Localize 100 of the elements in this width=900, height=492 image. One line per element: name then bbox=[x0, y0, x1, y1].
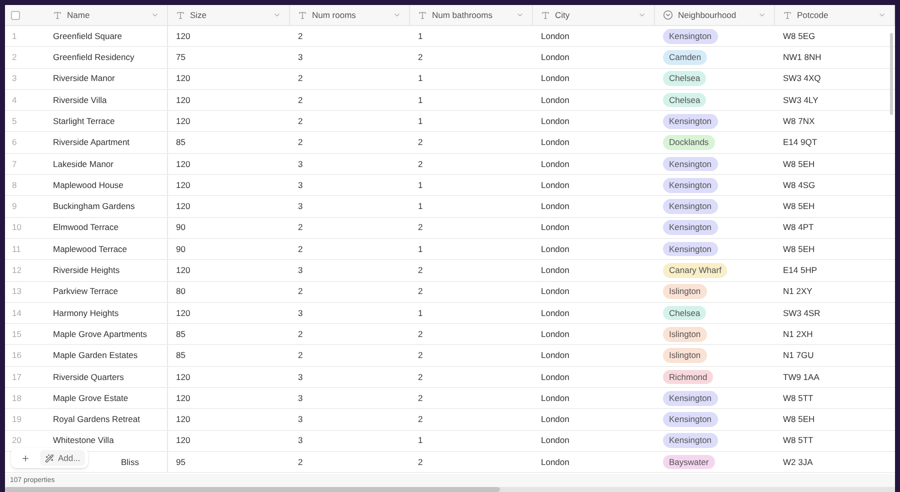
table-cell: 2 bbox=[418, 413, 423, 426]
table-cell: 120 bbox=[176, 264, 190, 277]
neighbourhood-tag: Chelsea bbox=[663, 71, 706, 86]
neighbourhood-tag: Kensington bbox=[663, 114, 718, 129]
name-cell: Riverside Apartment bbox=[53, 136, 130, 149]
table-cell: W8 5EH bbox=[783, 200, 815, 213]
neighbourhood-tag: Kensington bbox=[663, 156, 718, 172]
table-cell: 120 bbox=[176, 306, 190, 320]
table-cell: W8 5TT bbox=[783, 392, 814, 405]
table-cell: 1 bbox=[418, 306, 423, 320]
table-cell: London bbox=[541, 306, 570, 320]
neighbourhood-tag: Richmond bbox=[663, 370, 714, 384]
table-cell: 1 bbox=[418, 178, 423, 192]
row-number: 20 bbox=[12, 434, 22, 448]
row-number: 12 bbox=[12, 264, 22, 277]
select-all-checkbox[interactable] bbox=[11, 10, 20, 20]
table-cell: 2 bbox=[298, 242, 303, 256]
column-header[interactable]: Neighbourhood bbox=[655, 5, 775, 25]
table-cell: 1 bbox=[418, 242, 423, 256]
row-number: 16 bbox=[12, 349, 22, 362]
column-header[interactable]: Name bbox=[45, 5, 168, 25]
table-cell: London bbox=[541, 178, 570, 192]
table-cell: 120 bbox=[176, 158, 190, 170]
chevron-down-icon bbox=[273, 11, 281, 19]
table-cell: 90 bbox=[176, 221, 186, 234]
table-cell: 3 bbox=[298, 158, 303, 170]
table-cell: 120 bbox=[176, 200, 190, 213]
row-number: 11 bbox=[12, 242, 21, 256]
row-number: 1 bbox=[12, 30, 17, 43]
table-cell: 2 bbox=[418, 221, 423, 234]
table-cell: London bbox=[541, 264, 570, 277]
row-number: 6 bbox=[12, 136, 17, 149]
table-cell: 3 bbox=[298, 264, 303, 277]
table-cell: 2 bbox=[418, 370, 423, 384]
name-cell: Riverside Manor bbox=[53, 72, 115, 86]
neighbourhood-tag: Camden bbox=[663, 50, 708, 65]
column-header[interactable]: Potcode bbox=[775, 5, 895, 25]
row-number: 14 bbox=[12, 306, 22, 320]
name-cell: Bliss bbox=[121, 456, 139, 468]
name-cell: Harmony Heights bbox=[53, 306, 119, 320]
name-cell: Lakeside Manor bbox=[53, 158, 114, 170]
neighbourhood-tag: Docklands bbox=[663, 135, 715, 150]
column-header[interactable]: Size bbox=[168, 5, 290, 25]
table-cell: TW9 1AA bbox=[783, 370, 820, 384]
row-number: 9 bbox=[12, 200, 17, 213]
add-property-button[interactable]: Add... bbox=[40, 450, 86, 466]
neighbourhood-tag: Kensington bbox=[663, 390, 718, 406]
table-cell: 1 bbox=[418, 114, 423, 128]
neighbourhood-tag: Kensington bbox=[663, 28, 718, 44]
table-cell: 2 bbox=[418, 136, 423, 149]
table-cell: W8 4PT bbox=[783, 221, 814, 234]
table-cell: 1 bbox=[418, 72, 423, 86]
row-number: 4 bbox=[12, 94, 17, 106]
text-type-icon bbox=[298, 10, 307, 20]
horizontal-scrollbar[interactable] bbox=[5, 487, 895, 492]
table-cell: London bbox=[541, 136, 570, 149]
table-cell: 3 bbox=[298, 200, 303, 213]
table-cell: 75 bbox=[176, 51, 186, 64]
table-cell: 2 bbox=[298, 349, 303, 362]
table-cell: London bbox=[541, 30, 570, 43]
neighbourhood-tag: Kensington bbox=[663, 433, 718, 448]
table-cell: London bbox=[541, 349, 570, 362]
row-number: 8 bbox=[12, 178, 17, 192]
text-type-icon bbox=[53, 10, 62, 20]
vertical-scrollbar[interactable] bbox=[890, 33, 893, 115]
column-header[interactable]: City bbox=[533, 5, 655, 25]
row-number: 15 bbox=[12, 328, 22, 341]
table-cell: London bbox=[541, 200, 570, 213]
table-cell: 2 bbox=[418, 392, 423, 405]
table-cell: 120 bbox=[176, 413, 190, 426]
table-cell: 2 bbox=[418, 349, 423, 362]
table-cell: London bbox=[541, 392, 570, 405]
table-cell: London bbox=[541, 434, 570, 448]
table-cell: 3 bbox=[298, 413, 303, 426]
table-cell: N1 7GU bbox=[783, 349, 814, 362]
table-cell: 1 bbox=[418, 94, 423, 106]
table-cell: London bbox=[541, 370, 570, 384]
table-cell: 120 bbox=[176, 178, 190, 192]
table-cell: 2 bbox=[298, 328, 303, 341]
column-header[interactable]: Num bathrooms bbox=[410, 5, 533, 25]
table-cell: 120 bbox=[176, 72, 190, 86]
neighbourhood-tag: Kensington bbox=[663, 412, 718, 427]
table-cell: London bbox=[541, 413, 570, 426]
chevron-down-icon bbox=[393, 11, 401, 19]
table-cell: N1 2XY bbox=[783, 285, 812, 298]
table-cell: SW3 4SR bbox=[783, 306, 820, 320]
table-cell: 2 bbox=[298, 94, 303, 106]
row-number: 19 bbox=[12, 413, 22, 426]
chevron-down-icon bbox=[638, 11, 646, 19]
table-cell: 3 bbox=[298, 306, 303, 320]
name-cell: Maplewood House bbox=[53, 178, 124, 192]
table-cell: 3 bbox=[298, 370, 303, 384]
column-header[interactable]: Num rooms bbox=[290, 5, 410, 25]
table-cell: 3 bbox=[298, 51, 303, 64]
name-cell: Buckingham Gardens bbox=[53, 200, 135, 213]
table-cell: 90 bbox=[176, 242, 186, 256]
row-number: 10 bbox=[12, 221, 22, 234]
table-cell: SW3 4LY bbox=[783, 94, 818, 106]
table-cell: 2 bbox=[298, 72, 303, 86]
name-cell: Elmwood Terrace bbox=[53, 221, 119, 234]
